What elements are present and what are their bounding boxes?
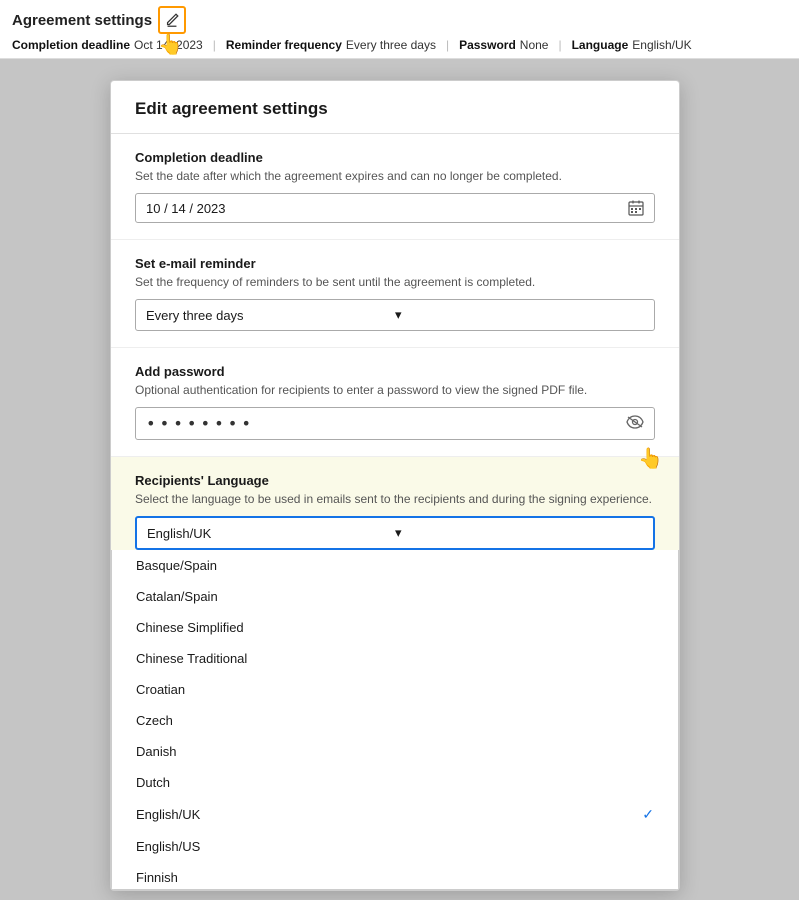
language-chevron-icon: ▾ (395, 525, 643, 541)
reminder-selected-value: Every three days (146, 308, 395, 323)
lang-option-english-uk[interactable]: English/UK ✓ (112, 798, 678, 831)
language-selected-value: English/UK (147, 526, 395, 541)
language-dropdown-list: Basque/Spain Catalan/Spain Chinese Simpl… (111, 550, 679, 890)
deadline-section-label: Completion deadline (135, 150, 655, 165)
lang-option-basque[interactable]: Basque/Spain (112, 550, 678, 581)
pencil-icon (164, 12, 180, 28)
deadline-section-desc: Set the date after which the agreement e… (135, 169, 655, 183)
completion-deadline-section: Completion deadline Set the date after w… (111, 134, 679, 240)
modal-body: Completion deadline Set the date after w… (111, 134, 679, 890)
modal-header: Edit agreement settings (111, 81, 679, 134)
edit-agreement-modal: Edit agreement settings Completion deadl… (110, 80, 680, 891)
reminder-label: Reminder frequency (226, 38, 342, 52)
password-section-label: Add password (135, 364, 655, 379)
reminder-select-wrap: Every three days ▾ (135, 299, 655, 331)
language-section-desc: Select the language to be used in emails… (135, 492, 655, 506)
password-visibility-toggle[interactable] (626, 415, 644, 432)
password-input[interactable] (146, 414, 626, 433)
password-section: Add password Optional authentication for… (111, 348, 679, 457)
lang-option-croatian[interactable]: Croatian (112, 674, 678, 705)
password-input-container[interactable] (135, 407, 655, 440)
modal-title: Edit agreement settings (135, 99, 655, 119)
password-label: Password (459, 38, 516, 52)
title-row: Agreement settings (12, 6, 787, 34)
lang-option-dutch[interactable]: Dutch (112, 767, 678, 798)
lang-option-chinese-simplified[interactable]: Chinese Simplified (112, 612, 678, 643)
password-value: None (520, 38, 549, 52)
edit-settings-button[interactable] (158, 6, 186, 34)
language-value: English/UK (632, 38, 691, 52)
reminder-section-label: Set e-mail reminder (135, 256, 655, 271)
sep-1: | (213, 38, 216, 52)
meta-bar: Completion deadline Oct 14, 2023 | Remin… (12, 38, 787, 52)
email-reminder-section: Set e-mail reminder Set the frequency of… (111, 240, 679, 348)
deadline-label: Completion deadline (12, 38, 130, 52)
lang-option-chinese-traditional[interactable]: Chinese Traditional (112, 643, 678, 674)
lang-option-english-us[interactable]: English/US (112, 831, 678, 862)
date-input[interactable] (146, 201, 628, 216)
deadline-value: Oct 14, 2023 (134, 38, 203, 52)
lang-option-finnish[interactable]: Finnish (112, 862, 678, 890)
page-title: Agreement settings (12, 12, 152, 29)
language-label: Language (572, 38, 629, 52)
sep-3: | (558, 38, 561, 52)
reminder-value: Every three days (346, 38, 436, 52)
reminder-chevron-icon: ▾ (395, 307, 644, 323)
language-section: Recipients' Language Select the language… (111, 457, 679, 550)
language-select[interactable]: English/UK ▾ (135, 516, 655, 550)
password-section-desc: Optional authentication for recipients t… (135, 383, 655, 397)
selected-checkmark: ✓ (642, 806, 654, 823)
lang-option-catalan[interactable]: Catalan/Spain (112, 581, 678, 612)
date-input-container[interactable] (135, 193, 655, 223)
sep-2: | (446, 38, 449, 52)
language-section-label: Recipients' Language (135, 473, 655, 488)
calendar-icon[interactable] (628, 200, 644, 216)
lang-option-danish[interactable]: Danish (112, 736, 678, 767)
reminder-select[interactable]: Every three days ▾ (135, 299, 655, 331)
top-bar: Agreement settings Completion deadline O… (0, 0, 799, 59)
lang-option-czech[interactable]: Czech (112, 705, 678, 736)
reminder-section-desc: Set the frequency of reminders to be sen… (135, 275, 655, 289)
